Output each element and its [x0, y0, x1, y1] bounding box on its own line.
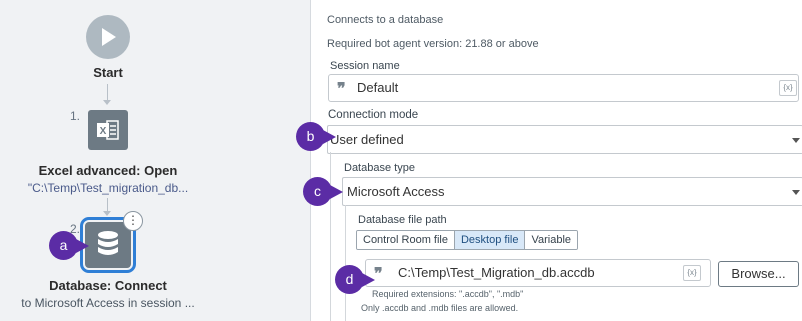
kebab-icon[interactable]: ⋮ [123, 211, 143, 231]
session-name-label: Session name [330, 60, 400, 72]
session-name-value: Default [357, 80, 399, 95]
connector-arrow [103, 100, 111, 105]
database-icon [98, 231, 118, 255]
variable-icon[interactable]: {x} [683, 265, 701, 281]
database-type-select[interactable]: Microsoft Access [342, 177, 802, 206]
database-connect-node[interactable] [80, 217, 136, 273]
option-variable[interactable]: Variable [525, 231, 578, 249]
excel-node-subtitle: "C:\Temp\Test_migration_db... [27, 181, 189, 195]
database-file-value: C:\Temp\Test_Migration_db.accdb [398, 265, 595, 280]
database-node-title: Database: Connect [49, 278, 167, 293]
excel-node-title: Excel advanced: Open [38, 163, 178, 178]
start-node[interactable] [86, 15, 130, 59]
database-file-input[interactable]: ❞ C:\Temp\Test_Migration_db.accdb {x} [365, 259, 711, 287]
nesting-line [330, 152, 331, 321]
file-source-toggle: Control Room file Desktop file Variable [356, 230, 579, 250]
svg-text:X: X [100, 126, 107, 137]
database-file-label: Database file path [358, 214, 447, 226]
callout-badge: a [49, 231, 89, 260]
database-type-label: Database type [344, 162, 415, 174]
nesting-line [345, 205, 346, 321]
connector-line [107, 84, 108, 101]
flow-canvas: Start 1. X Excel advanced: Open "C:\Temp… [0, 0, 311, 321]
callout-badge: d [335, 265, 375, 294]
connection-mode-value: User defined [330, 132, 404, 147]
excel-node[interactable]: X [88, 110, 128, 150]
variable-icon[interactable]: {x} [779, 80, 797, 96]
version-note: Required bot agent version: 21.88 or abo… [327, 38, 539, 50]
action-description: Connects to a database [327, 14, 444, 26]
callout-badge: b [296, 122, 336, 151]
database-type-value: Microsoft Access [347, 184, 445, 199]
callout-badge: c [303, 177, 343, 206]
properties-panel: Connects to a database Required bot agen… [311, 0, 802, 321]
chevron-down-icon [792, 190, 800, 195]
required-extensions-note: Required extensions: ".accdb", ".mdb" [372, 289, 524, 299]
string-quote-icon: ❞ [337, 79, 346, 98]
database-node-subtitle: to Microsoft Access in session ... [21, 296, 195, 310]
string-quote-icon: ❞ [374, 264, 383, 283]
connector-arrow [103, 211, 111, 216]
start-label: Start [93, 65, 123, 80]
play-icon [102, 28, 116, 46]
session-name-input[interactable]: ❞ Default {x} [328, 74, 799, 102]
excel-icon: X [97, 120, 119, 140]
option-desktop-file[interactable]: Desktop file [454, 231, 526, 249]
connection-mode-label: Connection mode [328, 109, 419, 121]
allowed-files-note: Only .accdb and .mdb files are allowed. [361, 303, 519, 313]
chevron-down-icon [792, 138, 800, 143]
option-control-room-file[interactable]: Control Room file [357, 231, 455, 249]
step-number: 1. [70, 109, 81, 123]
connection-mode-select[interactable]: User defined [327, 125, 802, 154]
connector-line [107, 198, 108, 212]
browse-button[interactable]: Browse... [718, 261, 799, 287]
